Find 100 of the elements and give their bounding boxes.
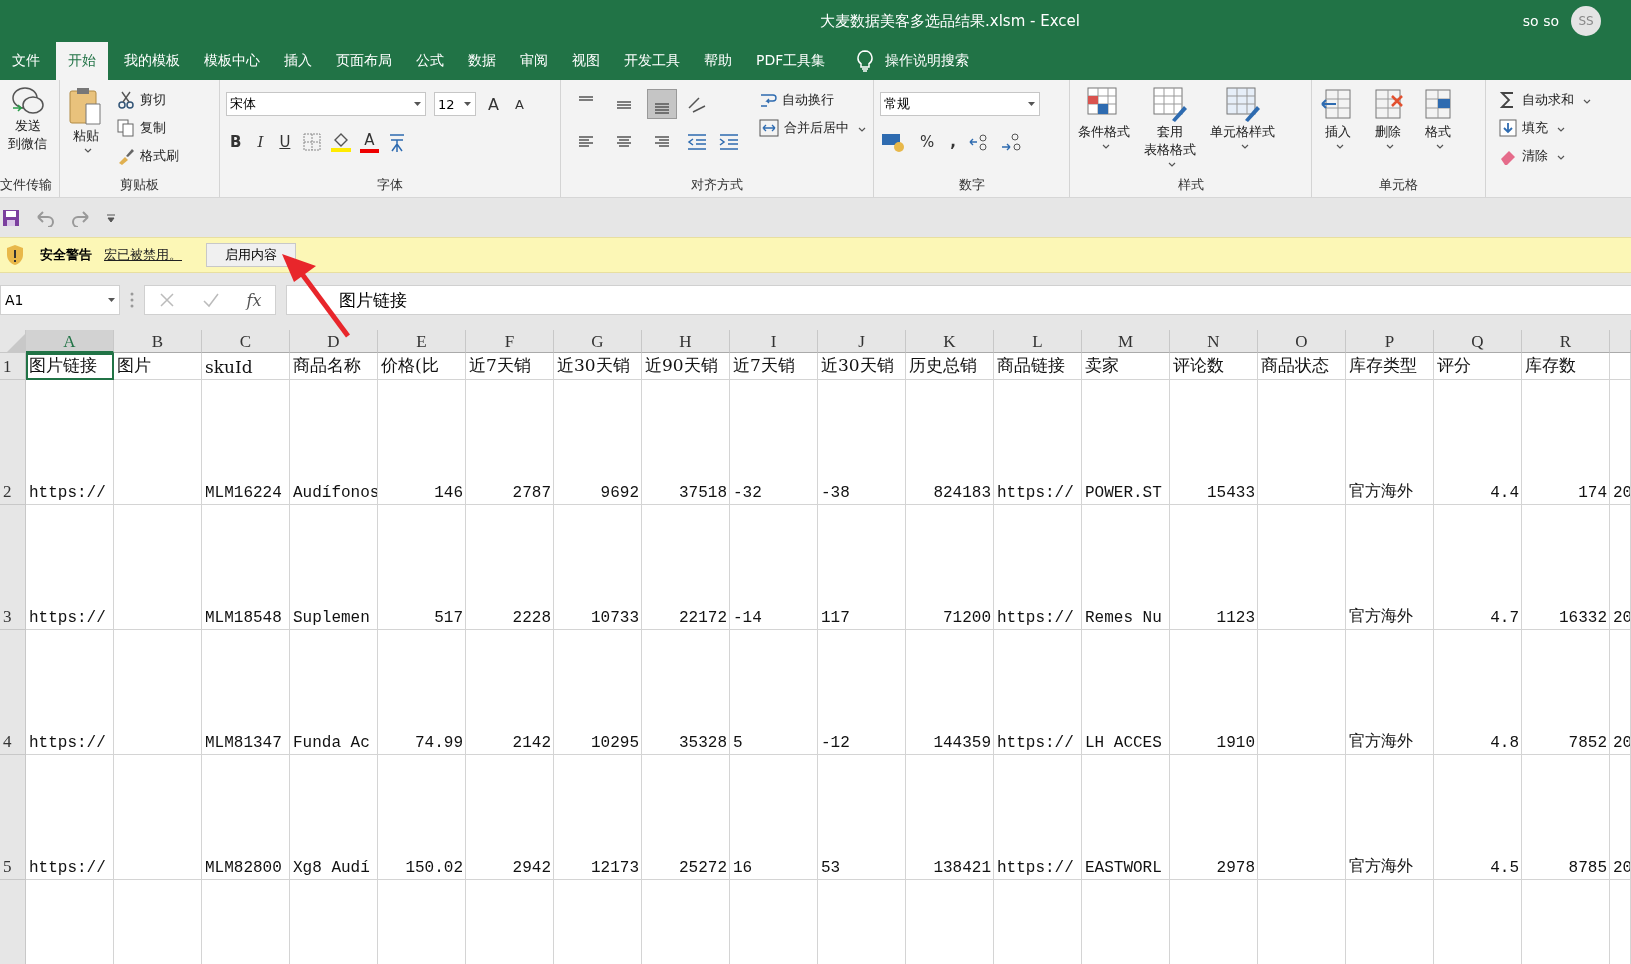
- table-cell: 35328: [642, 630, 730, 755]
- send-to-wechat-button[interactable]: 发送 到微信: [4, 86, 51, 176]
- table-cell: 4.5: [1434, 755, 1522, 880]
- table-cell: 71200: [906, 505, 994, 630]
- ribbon-tab[interactable]: 模板中心: [192, 42, 272, 80]
- clipboard-command[interactable]: 剪切: [114, 88, 182, 112]
- ribbon-tab[interactable]: 插入: [272, 42, 324, 80]
- table-cell: https://: [26, 755, 114, 880]
- ribbon-tab[interactable]: PDF工具集: [744, 42, 838, 80]
- column-header[interactable]: P: [1346, 330, 1434, 353]
- brush-icon: [117, 147, 135, 165]
- clipboard-command[interactable]: 格式刷: [114, 144, 182, 168]
- column-header[interactable]: D: [290, 330, 378, 353]
- cell-command-button[interactable]: 插入: [1316, 86, 1360, 176]
- bold-button[interactable]: B: [226, 133, 246, 151]
- column-header[interactable]: B: [114, 330, 202, 353]
- enter-check-icon[interactable]: [201, 292, 220, 308]
- fill-color-icon[interactable]: [330, 131, 353, 153]
- formula-input[interactable]: 图片链接: [286, 285, 1631, 315]
- editing-command[interactable]: 自动求和: [1496, 88, 1631, 112]
- ribbon-tab[interactable]: 审阅: [508, 42, 560, 80]
- redo-icon[interactable]: [70, 208, 92, 227]
- ribbon-tab[interactable]: 数据: [456, 42, 508, 80]
- row-header[interactable]: 2: [0, 380, 26, 505]
- table-cell: 4.4: [1434, 380, 1522, 505]
- tell-me-search[interactable]: 操作说明搜索: [885, 52, 970, 70]
- decrease-font-size-button[interactable]: A: [510, 96, 528, 112]
- table-cell: 824183: [906, 380, 994, 505]
- column-header[interactable]: J: [818, 330, 906, 353]
- style-command-button[interactable]: 套用 表格格式: [1140, 86, 1200, 176]
- enable-content-button[interactable]: 启用内容: [206, 243, 296, 267]
- table-cell: 150.02: [378, 755, 466, 880]
- column-header[interactable]: G: [554, 330, 642, 353]
- comma-style-button[interactable]: ,: [946, 133, 960, 151]
- column-header[interactable]: R: [1522, 330, 1610, 353]
- clipboard-command[interactable]: 复制: [114, 116, 182, 140]
- column-header[interactable]: L: [994, 330, 1082, 353]
- table-cell: https://: [994, 380, 1082, 505]
- column-header[interactable]: I: [730, 330, 818, 353]
- cell-command-button[interactable]: 删除: [1366, 86, 1410, 176]
- lightbulb-icon: [857, 50, 874, 72]
- style-command-button[interactable]: 单元格样式: [1206, 86, 1279, 176]
- number-format-field[interactable]: 常规: [880, 92, 1040, 116]
- insert-function-button[interactable]: fx: [246, 290, 262, 310]
- cell-command-button[interactable]: 格式: [1416, 86, 1460, 176]
- merge-center-button[interactable]: 合并后居中: [756, 116, 869, 140]
- style-command-button[interactable]: 条件格式: [1074, 86, 1134, 176]
- caret-icon: [84, 148, 92, 153]
- font-color-button[interactable]: A: [360, 131, 379, 153]
- percent-button[interactable]: %: [916, 133, 939, 151]
- table-cell: 16332: [1522, 505, 1610, 630]
- save-icon[interactable]: [2, 208, 20, 227]
- row-header[interactable]: 5: [0, 755, 26, 880]
- table-cell: 4.8: [1434, 630, 1522, 755]
- ribbon-tab[interactable]: 公式: [404, 42, 456, 80]
- dropdown-arrow-icon: [1028, 102, 1035, 106]
- table-cell: [1610, 353, 1631, 380]
- font-size-field[interactable]: 12: [434, 92, 476, 116]
- underline-button[interactable]: U: [275, 133, 295, 151]
- column-header[interactable]: H: [642, 330, 730, 353]
- italic-button[interactable]: I: [253, 133, 268, 151]
- editing-command[interactable]: 填充: [1496, 116, 1631, 140]
- ribbon-tab[interactable]: 视图: [560, 42, 612, 80]
- editing-command[interactable]: 清除: [1496, 144, 1631, 168]
- undo-icon[interactable]: [34, 208, 56, 227]
- table-cell: -32: [730, 380, 818, 505]
- column-header[interactable]: C: [202, 330, 290, 353]
- row-header[interactable]: 4: [0, 630, 26, 755]
- name-box[interactable]: A1: [0, 285, 120, 315]
- cancel-icon[interactable]: [158, 292, 175, 308]
- decrease-decimal-icon[interactable]: [999, 131, 1024, 153]
- increase-font-size-button[interactable]: A: [484, 94, 503, 114]
- caret-icon: [1386, 144, 1394, 149]
- ribbon-tab[interactable]: 文件: [0, 42, 52, 80]
- column-header[interactable]: O: [1258, 330, 1346, 353]
- ribbon-tab[interactable]: 我的模板: [112, 42, 192, 80]
- ribbon-tab[interactable]: 开发工具: [612, 42, 692, 80]
- ribbon-tab[interactable]: 帮助: [692, 42, 744, 80]
- header-cell: 卖家: [1082, 353, 1170, 380]
- row-header[interactable]: 1: [0, 353, 26, 380]
- table-cell: LH ACCES: [1082, 630, 1170, 755]
- column-header[interactable]: N: [1170, 330, 1258, 353]
- header-cell: 评论数: [1170, 353, 1258, 380]
- row-header[interactable]: 3: [0, 505, 26, 630]
- paste-button[interactable]: 粘贴: [64, 86, 108, 176]
- column-header[interactable]: M: [1082, 330, 1170, 353]
- font-name-field[interactable]: 宋体: [226, 92, 426, 116]
- ribbon-tab[interactable]: 页面布局: [324, 42, 404, 80]
- ribbon-tab[interactable]: 开始: [56, 42, 108, 80]
- customize-toolbar-icon[interactable]: [106, 212, 116, 223]
- caret-icon: [858, 127, 866, 132]
- column-header[interactable]: K: [906, 330, 994, 353]
- table-cell: POWER.ST: [1082, 380, 1170, 505]
- column-header[interactable]: F: [466, 330, 554, 353]
- column-header[interactable]: Q: [1434, 330, 1522, 353]
- wrap-text-button[interactable]: 自动换行: [756, 88, 869, 112]
- column-header[interactable]: A: [26, 330, 114, 353]
- fill-down-icon: [1499, 119, 1517, 137]
- column-header[interactable]: E: [378, 330, 466, 353]
- vertical-align-icon[interactable]: [647, 89, 677, 119]
